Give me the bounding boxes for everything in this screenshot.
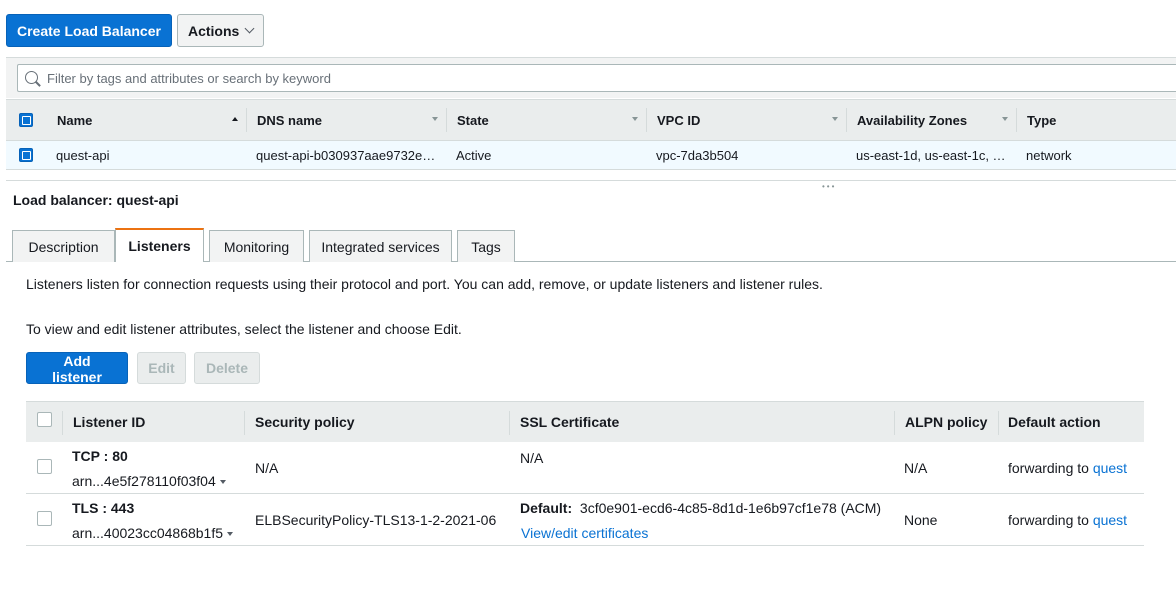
column-header-alpn-policy: ALPN policy: [905, 414, 988, 430]
column-divider[interactable]: [246, 108, 247, 132]
actions-label: Actions: [187, 22, 240, 39]
listeners-edit-hint: To view and edit listener attributes, se…: [26, 321, 462, 337]
column-divider[interactable]: [646, 108, 647, 132]
tab-description[interactable]: Description: [12, 230, 115, 262]
column-divider[interactable]: [1016, 108, 1017, 132]
listener-arn-text: arn...4e5f278110f03f04: [72, 473, 216, 489]
caret-down-icon[interactable]: [219, 480, 226, 485]
tab-monitoring[interactable]: Monitoring: [209, 230, 304, 262]
column-divider: [894, 411, 895, 435]
listener-arn-text: arn...40023cc04868b1f5: [72, 525, 224, 541]
listener-security-policy: N/A: [255, 460, 279, 476]
column-header-state[interactable]: State: [457, 100, 489, 140]
table-row[interactable]: TCP : 80 arn...4e5f278110f03f04 N/A N/A …: [26, 442, 1144, 494]
listener-row-checkbox[interactable]: [37, 459, 52, 474]
actions-dropdown-button[interactable]: Actions: [176, 14, 265, 47]
sort-icon[interactable]: [432, 117, 438, 121]
ssl-default-label: Default:: [520, 500, 573, 516]
sort-icon[interactable]: [632, 117, 638, 121]
detail-title: Load balancer: quest-api: [13, 192, 179, 208]
listener-alpn-policy: None: [904, 512, 938, 528]
column-header-security-policy: Security policy: [255, 414, 355, 430]
drag-handle-icon[interactable]: •••: [822, 182, 836, 191]
sort-icon[interactable]: [832, 117, 838, 121]
column-header-name[interactable]: Name: [57, 100, 92, 140]
column-header-availability-zones[interactable]: Availability Zones: [857, 100, 967, 140]
listener-ssl-certificate: N/A: [520, 450, 544, 466]
column-divider: [244, 411, 245, 435]
column-header-vpc-id[interactable]: VPC ID: [657, 100, 700, 140]
listeners-table-header: Listener ID Security policy SSL Certific…: [26, 401, 1144, 442]
detail-tabs: Description Listeners Monitoring Integra…: [6, 228, 1176, 262]
select-all-checkbox[interactable]: [19, 113, 33, 127]
lb-name-cell: quest-api: [56, 147, 110, 163]
search-input[interactable]: [47, 65, 1147, 91]
column-header-type[interactable]: Type: [1027, 100, 1056, 140]
column-header-listener-id: Listener ID: [73, 414, 146, 430]
edit-button[interactable]: Edit: [137, 352, 186, 384]
column-divider: [509, 411, 510, 435]
listener-row-checkbox[interactable]: [37, 511, 52, 526]
listener-security-policy: ELBSecurityPolicy-TLS13-1-2-2021-06: [255, 512, 497, 528]
lb-dns-cell: quest-api-b030937aae9732e…: [256, 147, 436, 163]
select-all-listeners-checkbox[interactable]: [37, 412, 52, 427]
column-divider: [998, 411, 999, 435]
listener-arn[interactable]: arn...40023cc04868b1f5: [72, 525, 234, 541]
listeners-description: Listeners listen for connection requests…: [26, 276, 823, 292]
tab-listeners[interactable]: Listeners: [115, 228, 204, 262]
target-group-link[interactable]: quest: [1093, 460, 1127, 476]
load-balancer-table-header: Name DNS name State VPC ID Availability …: [6, 99, 1176, 141]
lb-azs-cell: us-east-1d, us-east-1c, …: [856, 147, 1006, 163]
column-header-default-action: Default action: [1008, 414, 1101, 430]
lb-state-cell: Active: [456, 147, 492, 163]
tab-integrated-services[interactable]: Integrated services: [309, 230, 452, 262]
listener-protocol: TLS : 443: [72, 500, 135, 516]
tab-tags[interactable]: Tags: [457, 230, 515, 262]
sort-icon[interactable]: [1002, 117, 1008, 121]
caret-down-icon[interactable]: [227, 532, 234, 537]
search-bar: [6, 57, 1176, 98]
column-divider[interactable]: [846, 108, 847, 132]
view-edit-certificates-link[interactable]: View/edit certificates: [521, 525, 648, 541]
listener-arn[interactable]: arn...4e5f278110f03f04: [72, 473, 226, 489]
search-box: [17, 64, 1176, 92]
search-icon: [25, 71, 38, 84]
listener-protocol: TCP : 80: [72, 448, 128, 464]
chevron-down-icon: [244, 23, 255, 34]
target-group-link[interactable]: quest: [1093, 512, 1127, 528]
column-divider[interactable]: [446, 108, 447, 132]
listener-ssl-certificate: Default: 3cf0e901-ecd6-4c85-8d1d-1e6b97c…: [520, 500, 881, 516]
add-listener-button[interactable]: Add listener: [26, 352, 128, 385]
table-row[interactable]: TLS : 443 arn...40023cc04868b1f5 ELBSecu…: [26, 494, 1144, 546]
column-divider: [62, 411, 63, 435]
ssl-certificate-id: 3cf0e901-ecd6-4c85-8d1d-1e6b97cf1e78 (AC…: [579, 500, 882, 516]
default-action-text: forwarding to: [1008, 512, 1089, 528]
sort-asc-icon[interactable]: [232, 117, 238, 121]
delete-button[interactable]: Delete: [194, 352, 260, 384]
listener-alpn-policy: N/A: [904, 460, 928, 476]
row-checkbox[interactable]: [19, 148, 33, 162]
default-action-text: forwarding to: [1008, 460, 1089, 476]
lb-vpc-cell: vpc-7da3b504: [656, 147, 739, 163]
table-row[interactable]: quest-api quest-api-b030937aae9732e… Act…: [6, 141, 1176, 170]
column-header-dns-name[interactable]: DNS name: [257, 100, 322, 140]
lb-type-cell: network: [1026, 147, 1072, 163]
create-load-balancer-button[interactable]: Create Load Balancer: [6, 14, 172, 47]
listener-default-action: forwarding to quest: [1008, 460, 1127, 476]
listener-default-action: forwarding to quest: [1008, 512, 1127, 528]
column-header-ssl-certificate: SSL Certificate: [520, 414, 620, 430]
resize-divider[interactable]: [6, 180, 1176, 181]
toolbar: Create Load Balancer Actions: [6, 14, 265, 47]
